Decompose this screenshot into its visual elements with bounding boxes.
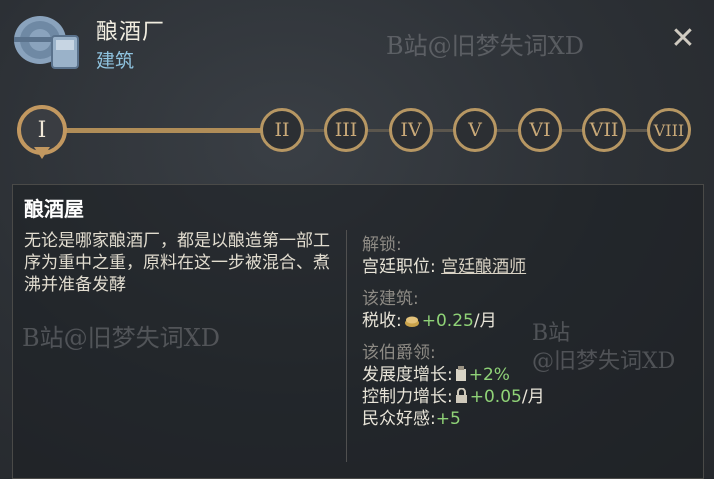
gold-coins-icon: [404, 316, 419, 327]
control-label: 控制力增长:: [362, 387, 453, 407]
development-label: 发展度增长:: [362, 365, 453, 385]
popular-opinion-label: 民众好感:: [362, 409, 436, 429]
lock-icon: [455, 388, 467, 403]
control-row: 控制力增长: +0.05/月: [362, 386, 692, 408]
development-row: 发展度增长: +2%: [362, 364, 692, 386]
page-subtitle: 建筑: [96, 50, 135, 72]
court-position-label: 宫廷职位:: [362, 257, 436, 277]
track-filled: [62, 128, 262, 133]
tax-row: 税收: +0.25/月: [362, 310, 692, 332]
level-track: I II III IV V VI VII VIII: [0, 95, 714, 175]
court-position-row: 宫廷职位: 宫廷酿酒师: [362, 256, 692, 278]
tax-value: +0.25: [421, 311, 474, 331]
level-5-node[interactable]: V: [453, 108, 497, 152]
level-6-node[interactable]: VI: [518, 108, 562, 152]
building-label: 该建筑:: [362, 289, 419, 309]
tax-unit: /月: [473, 311, 497, 331]
unlock-label: 解锁:: [362, 235, 402, 255]
level-3-node[interactable]: III: [324, 108, 368, 152]
tax-label: 税收:: [362, 311, 402, 331]
barrel-icon: [14, 16, 79, 69]
development-icon: [455, 366, 466, 381]
level-2-node[interactable]: II: [260, 108, 304, 152]
close-button[interactable]: ✕: [668, 24, 698, 54]
control-value: +0.05: [469, 387, 522, 407]
watermark: B站@旧梦失词XD: [386, 32, 584, 60]
development-value: +2%: [468, 365, 510, 385]
watermark: B站@旧梦失词XD: [22, 324, 220, 352]
county-label: 该伯爵领:: [362, 343, 436, 363]
header: 酿酒厂 建筑 B站@旧梦失词XD ✕: [0, 0, 714, 90]
page-title: 酿酒厂: [96, 20, 166, 45]
level-description: 无论是哪家酿酒厂，都是以酿造第一部工序为重中之重，原料在这一步被混合、煮沸并准备…: [24, 231, 330, 295]
level-title: 酿酒屋: [24, 197, 84, 221]
level-8-node[interactable]: VIII: [647, 108, 691, 152]
popular-opinion-row: 民众好感:+5: [362, 408, 692, 430]
level-4-node[interactable]: IV: [389, 108, 433, 152]
level-7-node[interactable]: VII: [582, 108, 626, 152]
effects-list: 解锁: 宫廷职位: 宫廷酿酒师 该建筑: 税收: +0.25/月 该伯爵领: 发展…: [362, 234, 692, 430]
court-position-link[interactable]: 宫廷酿酒师: [441, 257, 526, 277]
control-unit: /月: [521, 387, 545, 407]
divider: [346, 230, 347, 462]
popular-opinion-value: +5: [435, 409, 461, 429]
level-pointer: [34, 147, 50, 159]
